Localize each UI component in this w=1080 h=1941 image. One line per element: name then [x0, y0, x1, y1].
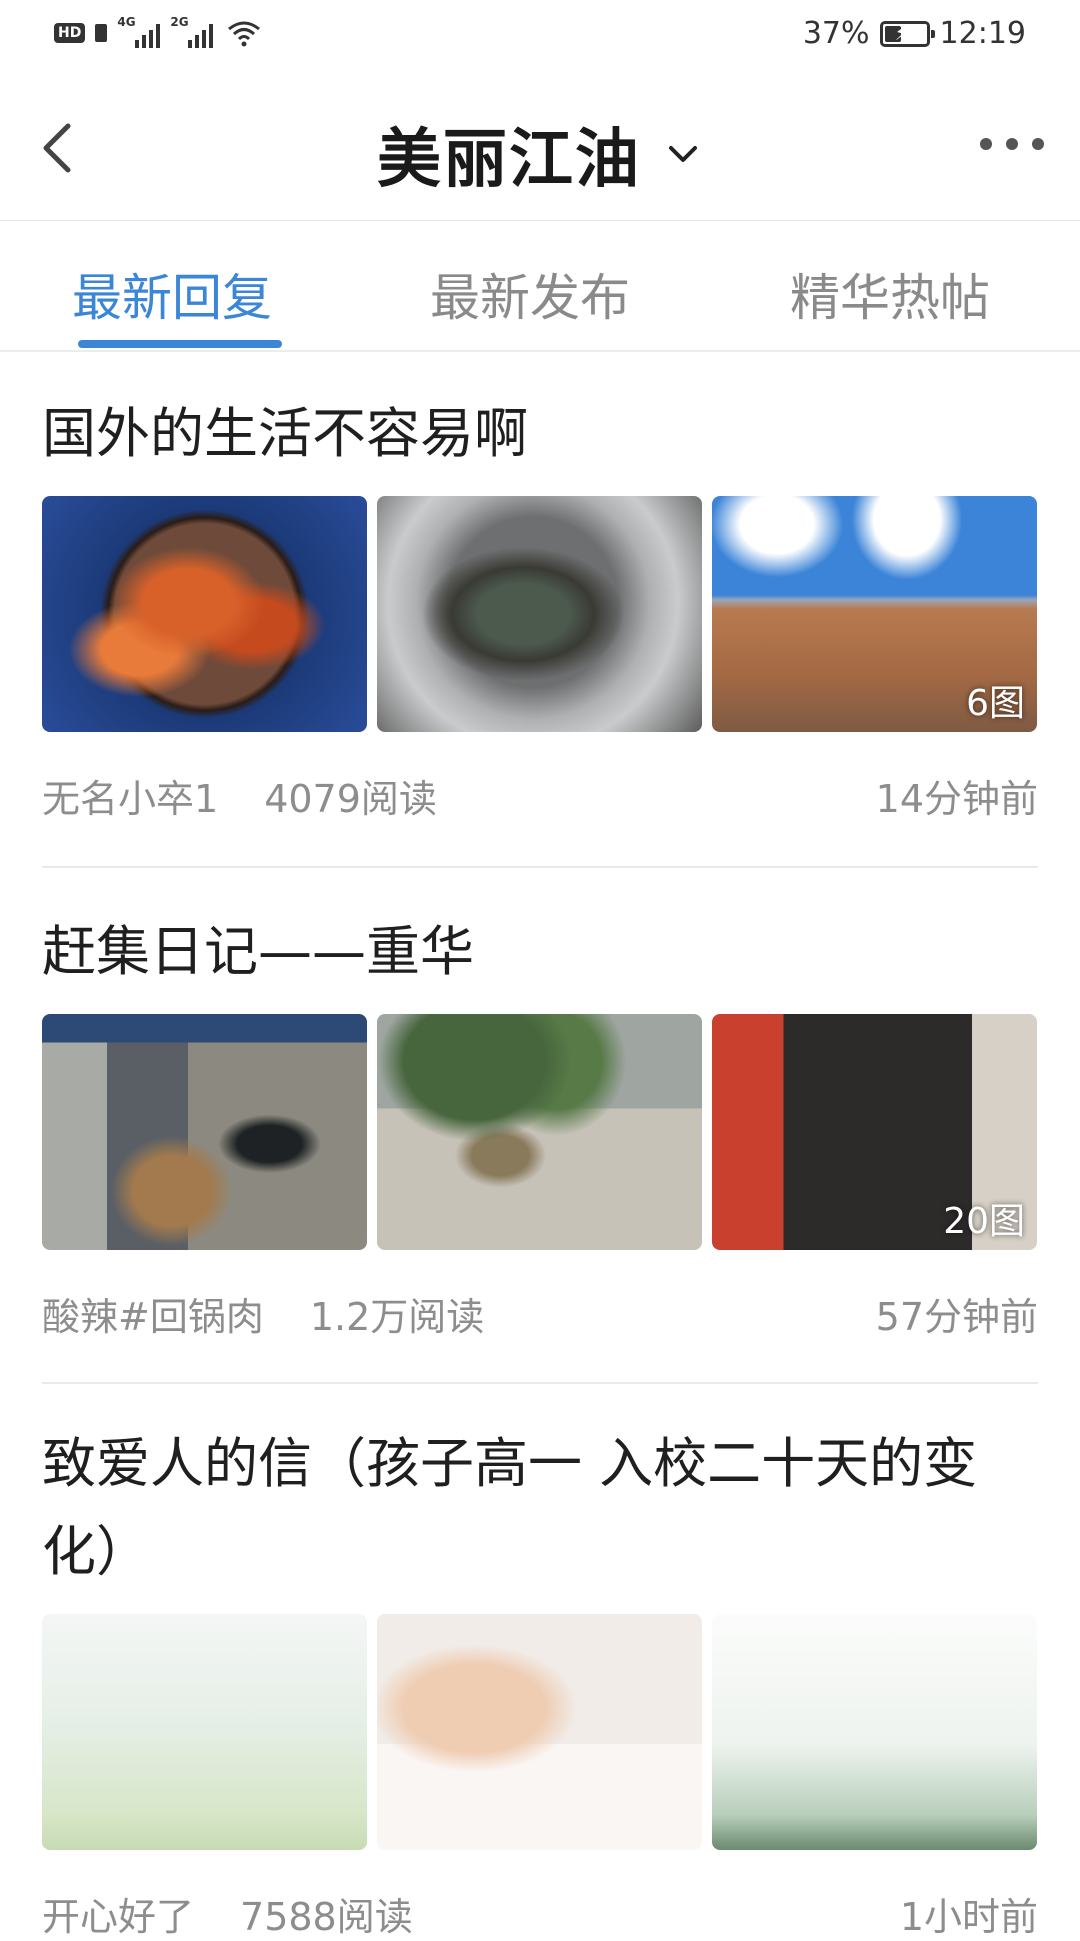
- post-reads: 7588阅读: [240, 1895, 413, 1939]
- tab-bar: 最新回复 最新发布 精华热帖: [0, 222, 1080, 352]
- post-image[interactable]: 6图: [712, 496, 1037, 732]
- status-right: 37% ⚡ 12:19: [803, 16, 1026, 51]
- battery-percent: 37%: [802, 16, 870, 51]
- post-item[interactable]: 国外的生活不容易啊 6图 无名小卒1 4079阅读 14分钟前: [42, 390, 1038, 823]
- signal-2g-icon: 2G: [170, 15, 214, 48]
- network-type-label: 4G: [117, 15, 136, 29]
- post-image[interactable]: [712, 1614, 1037, 1850]
- image-count: 20图: [943, 1201, 1025, 1242]
- post-image[interactable]: [377, 1014, 702, 1250]
- divider: [42, 866, 1038, 868]
- network-type-label: 2G: [170, 15, 189, 29]
- clock: 12:19: [939, 16, 1026, 51]
- post-author[interactable]: 酸辣#回锅肉: [42, 1286, 264, 1341]
- active-tab-indicator: [78, 340, 282, 348]
- post-image[interactable]: [42, 1614, 367, 1850]
- post-images: [42, 1614, 1038, 1850]
- post-time: 57分钟前: [875, 1295, 1038, 1339]
- post-image[interactable]: [42, 496, 367, 732]
- image-count: 6图: [966, 683, 1025, 724]
- post-item[interactable]: 赶集日记——重华 20图 酸辣#回锅肉 1.2万阅读 57分钟前: [42, 908, 1038, 1341]
- chevron-down-icon: [669, 146, 697, 162]
- post-title[interactable]: 赶集日记——重华: [42, 908, 1038, 996]
- post-reads: 1.2万阅读: [309, 1295, 485, 1339]
- post-reads: 4079阅读: [264, 777, 437, 821]
- post-images: 6图: [42, 496, 1038, 732]
- post-author[interactable]: 开心好了: [42, 1886, 194, 1941]
- page-title: 美丽江油: [377, 123, 641, 197]
- tab-featured[interactable]: 精华热帖: [790, 258, 990, 330]
- status-bar: HD 4G 2G 37% ⚡ 12:19: [0, 0, 1080, 78]
- tab-latest-reply[interactable]: 最新回复: [72, 258, 272, 330]
- post-item[interactable]: 致爱人的信（孩子高一 入校二十天的变化） 开心好了 7588阅读 1小时前: [42, 1420, 1038, 1941]
- post-title[interactable]: 国外的生活不容易啊: [42, 390, 1038, 478]
- post-time: 14分钟前: [875, 777, 1038, 821]
- post-image[interactable]: [377, 1614, 702, 1850]
- sim-icon: [95, 24, 108, 42]
- post-image[interactable]: [42, 1014, 367, 1250]
- signal-4g-icon: 4G: [117, 15, 161, 48]
- post-meta: 酸辣#回锅肉 1.2万阅读 57分钟前: [42, 1286, 1038, 1341]
- forum-selector[interactable]: 美丽江油: [0, 108, 1080, 200]
- status-left: HD 4G 2G: [54, 15, 261, 48]
- divider: [42, 1382, 1038, 1384]
- more-dots-icon[interactable]: [980, 138, 1044, 150]
- hd-badge: HD: [54, 23, 86, 43]
- charging-bolt-icon: ⚡: [894, 20, 909, 45]
- tab-latest-post[interactable]: 最新发布: [430, 258, 630, 330]
- post-images: 20图: [42, 1014, 1038, 1250]
- post-title[interactable]: 致爱人的信（孩子高一 入校二十天的变化）: [42, 1420, 1038, 1596]
- post-meta: 无名小卒1 4079阅读 14分钟前: [42, 768, 1038, 823]
- post-image[interactable]: 20图: [712, 1014, 1037, 1250]
- battery-icon: ⚡: [879, 20, 935, 47]
- title-bar: 美丽江油: [0, 80, 1080, 221]
- wifi-icon: [228, 21, 261, 47]
- post-time: 1小时前: [899, 1895, 1038, 1939]
- post-meta: 开心好了 7588阅读 1小时前: [42, 1886, 1038, 1941]
- post-image[interactable]: [377, 496, 702, 732]
- post-author[interactable]: 无名小卒1: [42, 768, 218, 823]
